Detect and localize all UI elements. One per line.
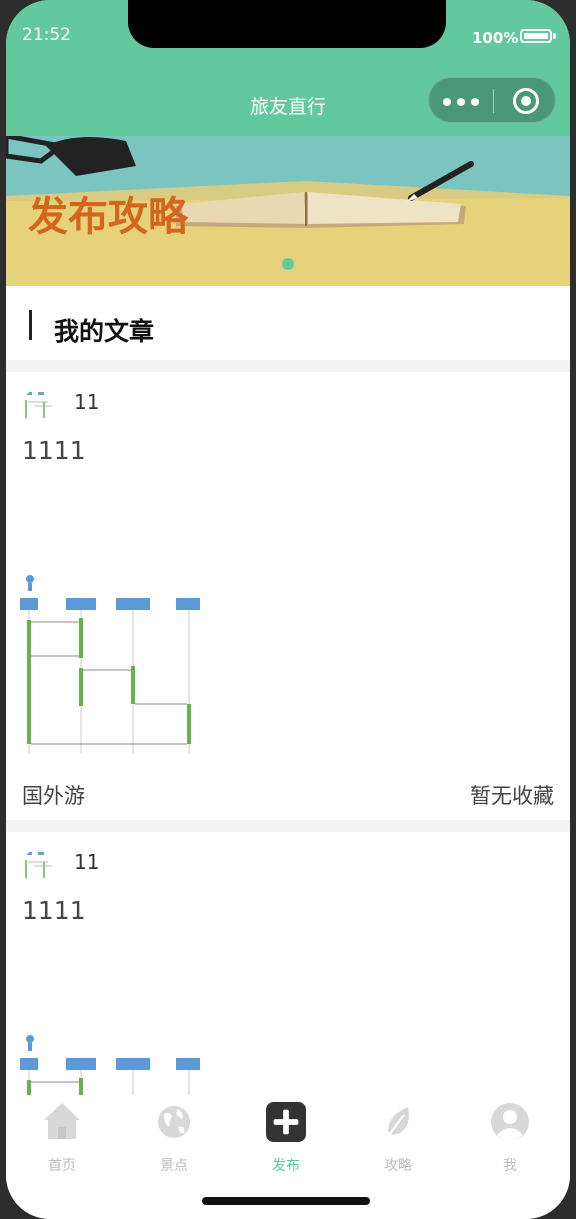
- phone-screen: 21:52 100% 旅友直行 发布攻略 我的文章 11 1111 国外游 暂无…: [6, 0, 570, 1219]
- article-image: [20, 575, 200, 754]
- battery-tip: [553, 33, 556, 39]
- author-avatar: [22, 388, 60, 426]
- tab-attractions[interactable]: 景点: [118, 1101, 230, 1174]
- article-card[interactable]: 11 1111 国外游 暂无收藏: [6, 372, 570, 820]
- tab-me[interactable]: 我: [454, 1101, 566, 1174]
- article-image: [20, 1035, 200, 1095]
- globe-icon: [158, 1106, 190, 1138]
- plus-icon: [266, 1102, 306, 1142]
- battery-percent: 100%: [472, 29, 519, 47]
- tab-label: 我: [503, 1158, 517, 1174]
- article-tag: 国外游: [22, 784, 85, 808]
- more-menu-icon[interactable]: [443, 98, 479, 106]
- user-icon: [491, 1103, 529, 1141]
- nav-bar: 旅友直行: [6, 72, 570, 136]
- divider: [6, 820, 570, 832]
- favorite-status: 暂无收藏: [470, 784, 554, 808]
- home-icon: [44, 1103, 80, 1139]
- tab-label: 首页: [48, 1158, 76, 1174]
- article-content: 1111: [22, 896, 86, 925]
- tab-guides[interactable]: 攻略: [342, 1101, 454, 1174]
- status-time: 21:52: [22, 25, 71, 45]
- home-indicator[interactable]: [202, 1197, 370, 1205]
- article-content: 1111: [22, 436, 86, 465]
- status-bar: 21:52 100%: [6, 0, 570, 72]
- tab-label: 攻略: [384, 1158, 412, 1174]
- author-name: 11: [74, 390, 100, 414]
- tab-publish[interactable]: 发布: [230, 1101, 342, 1174]
- miniprogram-capsule: [428, 77, 556, 123]
- tab-home[interactable]: 首页: [6, 1101, 118, 1174]
- leaf-icon: [385, 1107, 409, 1140]
- swiper-indicator-dot[interactable]: [282, 258, 294, 270]
- banner-title: 发布攻略: [28, 194, 188, 240]
- divider: [6, 360, 570, 372]
- tab-label: 发布: [272, 1158, 300, 1174]
- capsule-divider: [493, 89, 494, 113]
- notch: [128, 0, 446, 48]
- battery-icon: [520, 29, 552, 43]
- section-header: 我的文章: [6, 286, 570, 360]
- section-accent-bar: [29, 310, 32, 340]
- article-card[interactable]: 11 1111: [6, 832, 570, 1095]
- section-title: 我的文章: [54, 317, 155, 346]
- tab-label: 景点: [160, 1158, 188, 1174]
- author-name: 11: [74, 850, 100, 874]
- author-avatar: [22, 848, 60, 886]
- close-miniprogram-icon[interactable]: [513, 88, 539, 114]
